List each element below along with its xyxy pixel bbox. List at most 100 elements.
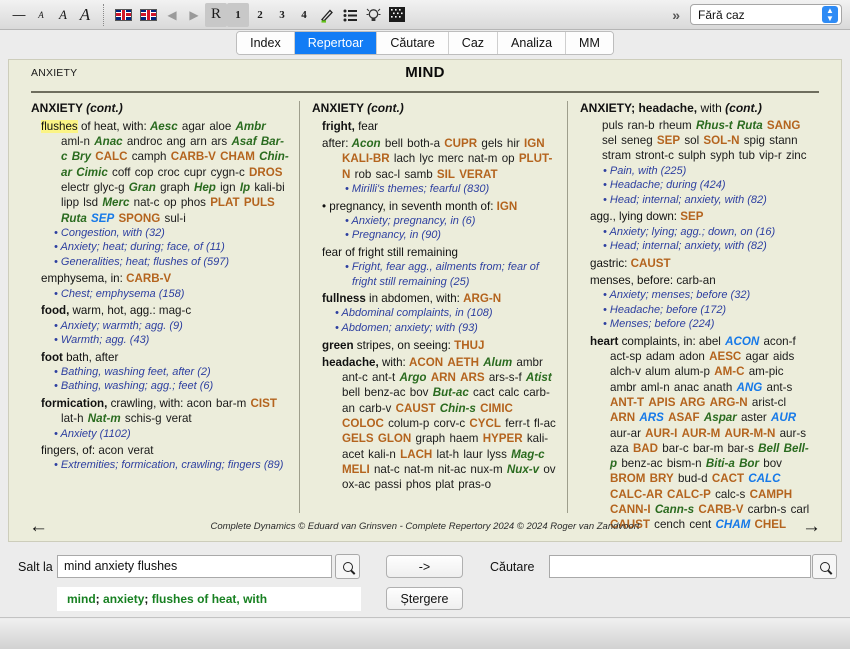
remedy[interactable]: pras-o (458, 478, 491, 491)
remedy[interactable]: ACON (409, 356, 443, 369)
grid-icon[interactable] (385, 3, 409, 27)
remedy[interactable]: samb (404, 168, 432, 181)
rubric-entry[interactable]: heart complaints, in: abel ACON acon-f a… (580, 334, 813, 533)
remedy[interactable]: Ip (240, 181, 250, 194)
remedy[interactable]: CYCL (469, 417, 501, 430)
remedy[interactable]: kali-bi (254, 181, 284, 194)
rubric-entry[interactable]: flushes of heat, with: Aesc agar aloe Am… (31, 119, 289, 226)
cross-reference[interactable]: • Pregnancy, in (90) (312, 228, 557, 243)
remedy[interactable]: vip-r (759, 149, 782, 162)
remedy[interactable]: ant-s (767, 381, 793, 394)
remedy[interactable]: bism-n (667, 457, 702, 470)
remedy[interactable]: ran-b (628, 119, 655, 132)
remedy[interactable]: calc (499, 386, 520, 399)
remedy[interactable]: CALC (95, 150, 127, 163)
remedy[interactable]: laur (463, 448, 482, 461)
remedy[interactable]: abel (699, 335, 721, 348)
remedy[interactable]: acon-f (763, 335, 795, 348)
remedy[interactable]: ACON (725, 335, 759, 348)
remedy[interactable]: Ambr (236, 120, 266, 133)
remedy[interactable]: MELI (342, 463, 370, 476)
cross-reference[interactable]: • Anxiety; pregnancy, in (6) (312, 214, 557, 229)
remedy[interactable]: ars-s-f (489, 371, 522, 384)
rubric-entry[interactable]: after: Acon bell both-a CUPR gels hir IG… (312, 136, 557, 182)
remedy[interactable]: stront-c (635, 149, 674, 162)
remedy[interactable]: seneg (621, 134, 653, 147)
remedy[interactable]: phos (181, 196, 206, 209)
remedy[interactable]: merc (438, 152, 464, 165)
remedy[interactable]: lipp (61, 196, 79, 209)
remedy[interactable]: fl-ac (534, 417, 556, 430)
remedy[interactable]: camph (132, 150, 167, 163)
remedy[interactable]: CIMIC (480, 402, 513, 415)
remedy[interactable]: graph (416, 432, 446, 445)
rubric-entry[interactable]: fright, fear (312, 119, 557, 134)
remedy[interactable]: bar-m (693, 442, 723, 455)
cross-reference[interactable]: • Warmth; agg. (43) (31, 333, 289, 348)
remedy[interactable]: BROM (610, 472, 645, 485)
remedy[interactable]: CALC-P (667, 488, 711, 501)
remedy[interactable]: haem (449, 432, 478, 445)
remedy[interactable]: bov (763, 457, 782, 470)
find-input[interactable] (549, 555, 811, 578)
remedy[interactable]: CARB-V (171, 150, 216, 163)
remedy[interactable]: plat (435, 478, 454, 491)
remedy[interactable]: AUR-I (645, 427, 677, 440)
remedy[interactable]: sul-i (165, 212, 186, 225)
find-search-button[interactable] (812, 554, 837, 579)
filter-button-r[interactable]: R (205, 2, 227, 27)
font-large-icon[interactable]: A (74, 3, 96, 27)
nav-forward-icon[interactable]: ▶ (183, 3, 205, 27)
remedy[interactable]: CIST (251, 397, 277, 410)
rubric-entry[interactable]: food, warm, hot, agg.: mag-c (31, 303, 289, 318)
remedy[interactable]: CAMPH (750, 488, 793, 501)
remedy[interactable]: GLON (378, 432, 412, 445)
uk-flag-icon-secondary[interactable] (136, 3, 161, 27)
lightbulb-icon[interactable] (362, 3, 385, 27)
cross-reference[interactable]: • Anxiety; heat; during; face, of (11) (31, 240, 289, 255)
filter-button-3[interactable]: 3 (271, 3, 293, 27)
remedy[interactable]: ambr (610, 381, 636, 394)
remedy[interactable]: CUPR (444, 137, 477, 150)
remedy[interactable]: bell (342, 386, 360, 399)
remedy[interactable]: act-sp (610, 350, 642, 363)
remedy[interactable]: cupr (184, 166, 207, 179)
remedy[interactable]: aloe (209, 120, 231, 133)
remedy[interactable]: ARG (680, 396, 706, 409)
remedy[interactable]: lsd (83, 196, 98, 209)
remedy[interactable]: ARG-N (710, 396, 748, 409)
cross-reference[interactable]: • Headache; before (172) (580, 303, 813, 318)
remedy[interactable]: CAUST (396, 402, 436, 415)
remedy[interactable]: verat (128, 444, 154, 457)
pencil-icon[interactable] (315, 3, 339, 27)
remedy[interactable]: sulph (678, 149, 706, 162)
remedy[interactable]: anath (703, 381, 732, 394)
remedy[interactable]: ov (543, 463, 555, 476)
remedy[interactable]: ant-c (342, 371, 368, 384)
rubric-entry[interactable]: headache, with: ACON AETH Alum ambr ant-… (312, 355, 557, 493)
remedy[interactable]: Bor (739, 457, 759, 470)
remedy[interactable]: ARS (639, 411, 663, 424)
remedy[interactable]: SANG (767, 119, 801, 132)
remedy[interactable]: schis-g (125, 412, 162, 425)
rubric-entry[interactable]: fullness in abdomen, with: ARG-N (312, 291, 557, 306)
tab-repertoar[interactable]: Repertoar (294, 32, 378, 54)
cross-reference[interactable]: • Abdomen; anxiety; with (93) (312, 321, 557, 336)
remedy[interactable]: ars (211, 135, 227, 148)
remedy[interactable]: BAD (633, 442, 658, 455)
remedy[interactable]: tub (739, 149, 755, 162)
remedy[interactable]: Argo (399, 371, 426, 384)
remedy[interactable]: KALI-BR (342, 152, 390, 165)
cross-reference[interactable]: • Mirilli's themes; fearful (830) (312, 182, 557, 197)
remedy[interactable]: CAUST (631, 257, 671, 270)
remedy[interactable]: bar-s (727, 442, 753, 455)
remedy[interactable]: spig (744, 134, 765, 147)
remedy[interactable]: AESC (709, 350, 741, 363)
remedy[interactable]: gels (481, 137, 502, 150)
cross-reference[interactable]: • Chest; emphysema (158) (31, 287, 289, 302)
remedy[interactable]: Bell (758, 442, 779, 455)
remedy[interactable]: AUR (771, 411, 796, 424)
remedy[interactable]: Atist (526, 371, 552, 384)
remedy[interactable]: cact (473, 386, 494, 399)
remedy[interactable]: ANG (737, 381, 763, 394)
